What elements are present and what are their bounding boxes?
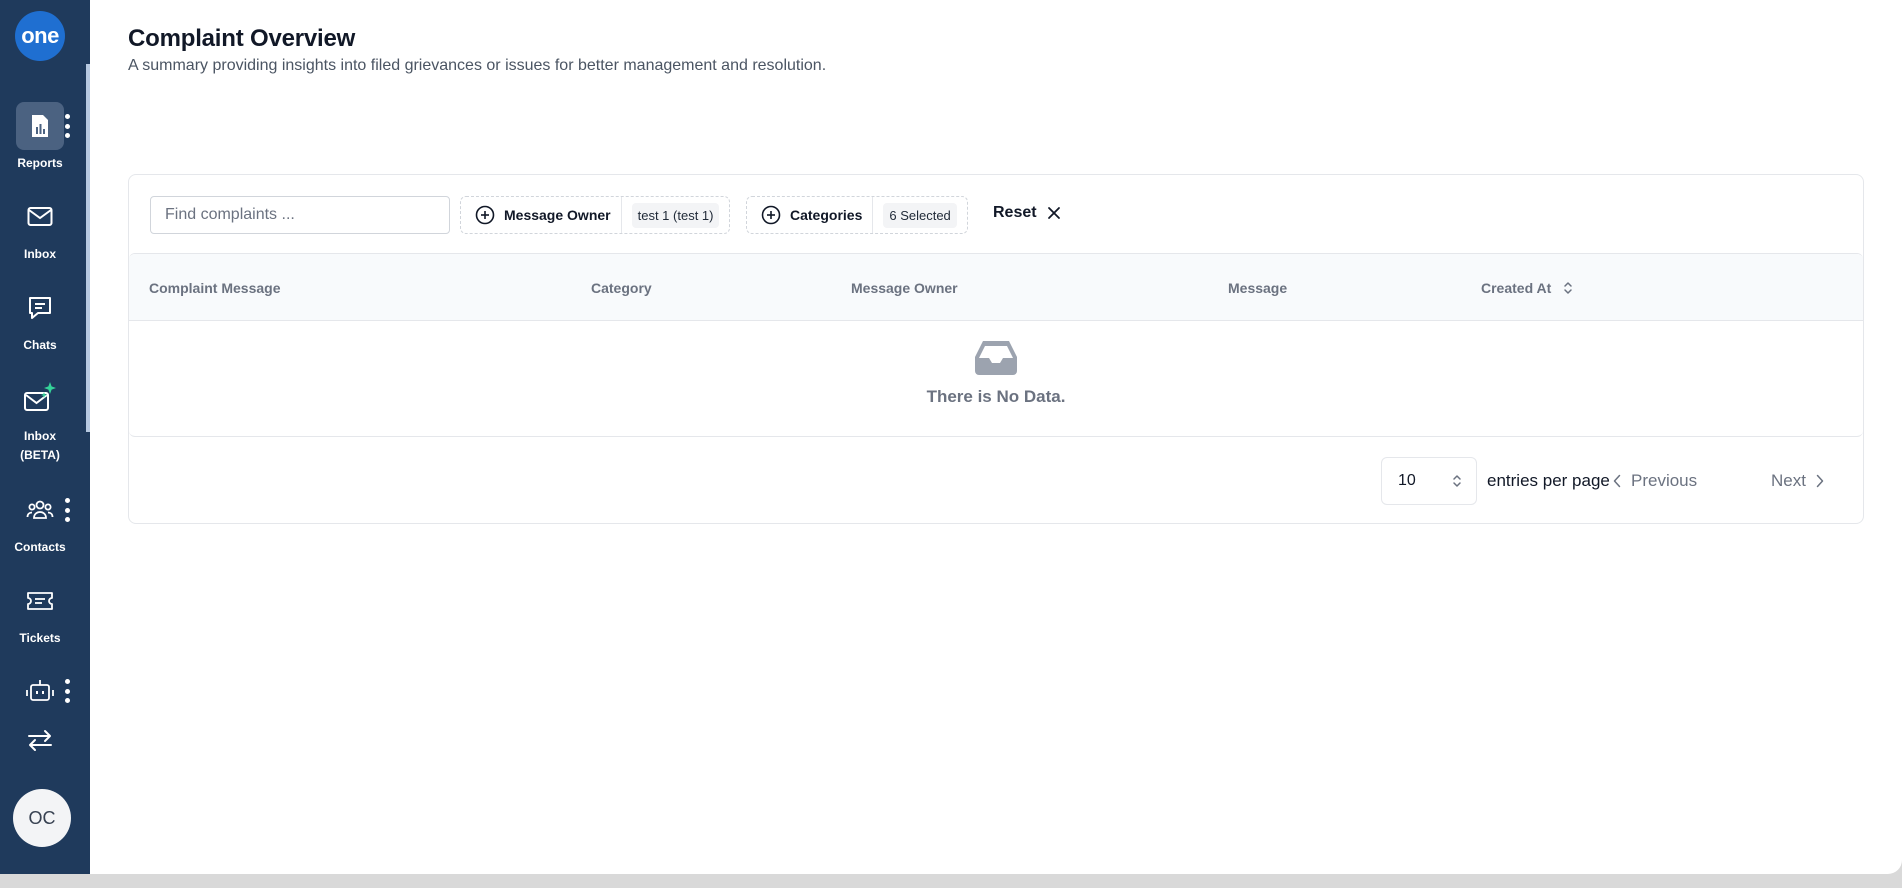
complaints-table: Complaint Message Category Message Owner…	[129, 253, 1863, 437]
logo-text: one	[21, 23, 59, 48]
categories-filter[interactable]: Categories 6 Selected	[746, 196, 968, 234]
filter-divider	[872, 197, 874, 233]
pagination: 10 entries per page Previous Next	[129, 457, 1863, 505]
column-header-created-at[interactable]: Created At	[1481, 280, 1573, 296]
sidebar-item-switch[interactable]	[0, 716, 80, 764]
mail-icon	[16, 193, 64, 241]
message-owner-filter[interactable]: Message Owner test 1 (test 1)	[460, 196, 731, 234]
inbox-tray-icon	[975, 341, 1017, 375]
close-icon	[1047, 207, 1060, 219]
page-size-select[interactable]: 10	[1381, 457, 1477, 505]
users-icon	[16, 486, 64, 534]
chat-bubble-icon	[16, 284, 64, 332]
entries-per-page-label: entries per page	[1487, 471, 1610, 490]
empty-state-text: There is No Data.	[926, 387, 1066, 406]
report-chart-icon	[16, 102, 64, 150]
chevron-up-down-icon	[1453, 475, 1461, 487]
plus-circle-icon	[475, 205, 495, 225]
avatar-initials: OC	[28, 807, 56, 828]
main-content: Complaint Overview A summary providing i…	[90, 0, 1902, 874]
table-header: Complaint Message Category Message Owner…	[129, 254, 1863, 321]
sidebar-item-inbox[interactable]: Inbox	[0, 193, 80, 264]
sidebar-item-label: Tickets	[19, 631, 61, 645]
page-title: Complaint Overview	[128, 25, 356, 52]
sidebar-item-label: Reports	[17, 156, 63, 170]
filter-value-chip: test 1 (test 1)	[631, 202, 720, 228]
empty-state: There is No Data.	[129, 321, 1863, 436]
page-subtitle: A summary providing insights into filed …	[128, 57, 827, 74]
switch-arrows-icon	[16, 716, 64, 764]
sidebar: one Reports Inbox Chats Inbox (BETA) Cont…	[0, 0, 90, 874]
contacts-more-icon[interactable]	[64, 498, 70, 522]
app-logo[interactable]: one	[15, 11, 65, 61]
chevron-left-icon	[1613, 474, 1621, 488]
sidebar-item-label: Chats	[23, 338, 57, 352]
previous-button[interactable]: Previous	[1613, 471, 1697, 491]
reset-button[interactable]: Reset	[993, 204, 1061, 222]
reset-label: Reset	[993, 204, 1037, 221]
filter-label: Categories	[790, 207, 863, 223]
sort-icon[interactable]	[1563, 280, 1573, 296]
column-header-message-owner[interactable]: Message Owner	[851, 280, 958, 296]
complaints-card: Message Owner test 1 (test 1) Categories…	[128, 174, 1864, 524]
ticket-icon	[16, 577, 64, 625]
avatar[interactable]: OC	[13, 789, 71, 847]
robot-icon	[16, 668, 64, 716]
sidebar-item-label: Contacts	[14, 540, 66, 554]
sidebar-item-label: Inbox (BETA)	[20, 429, 60, 462]
column-header-category[interactable]: Category	[591, 280, 652, 296]
column-header-message[interactable]: Message	[1228, 280, 1287, 296]
previous-label: Previous	[1631, 471, 1698, 490]
mail-sparkle-icon	[16, 375, 64, 423]
filter-label: Message Owner	[504, 207, 611, 223]
next-button[interactable]: Next	[1771, 471, 1824, 491]
sidebar-item-tickets[interactable]: Tickets	[0, 577, 80, 648]
search-input[interactable]	[150, 196, 450, 234]
bot-more-icon[interactable]	[64, 679, 70, 703]
chevron-right-icon	[1816, 474, 1824, 488]
sidebar-item-label: Inbox	[24, 247, 56, 261]
column-header-complaint-message[interactable]: Complaint Message	[149, 280, 280, 296]
reports-more-icon[interactable]	[64, 114, 70, 138]
plus-circle-icon	[761, 205, 781, 225]
sidebar-item-chats[interactable]: Chats	[0, 284, 80, 355]
page-size-value: 10	[1398, 472, 1416, 489]
filter-divider	[620, 197, 622, 233]
sidebar-item-inbox-beta[interactable]: Inbox (BETA)	[0, 375, 80, 465]
filter-value-chip: 6 Selected	[883, 202, 957, 228]
next-label: Next	[1771, 471, 1806, 490]
